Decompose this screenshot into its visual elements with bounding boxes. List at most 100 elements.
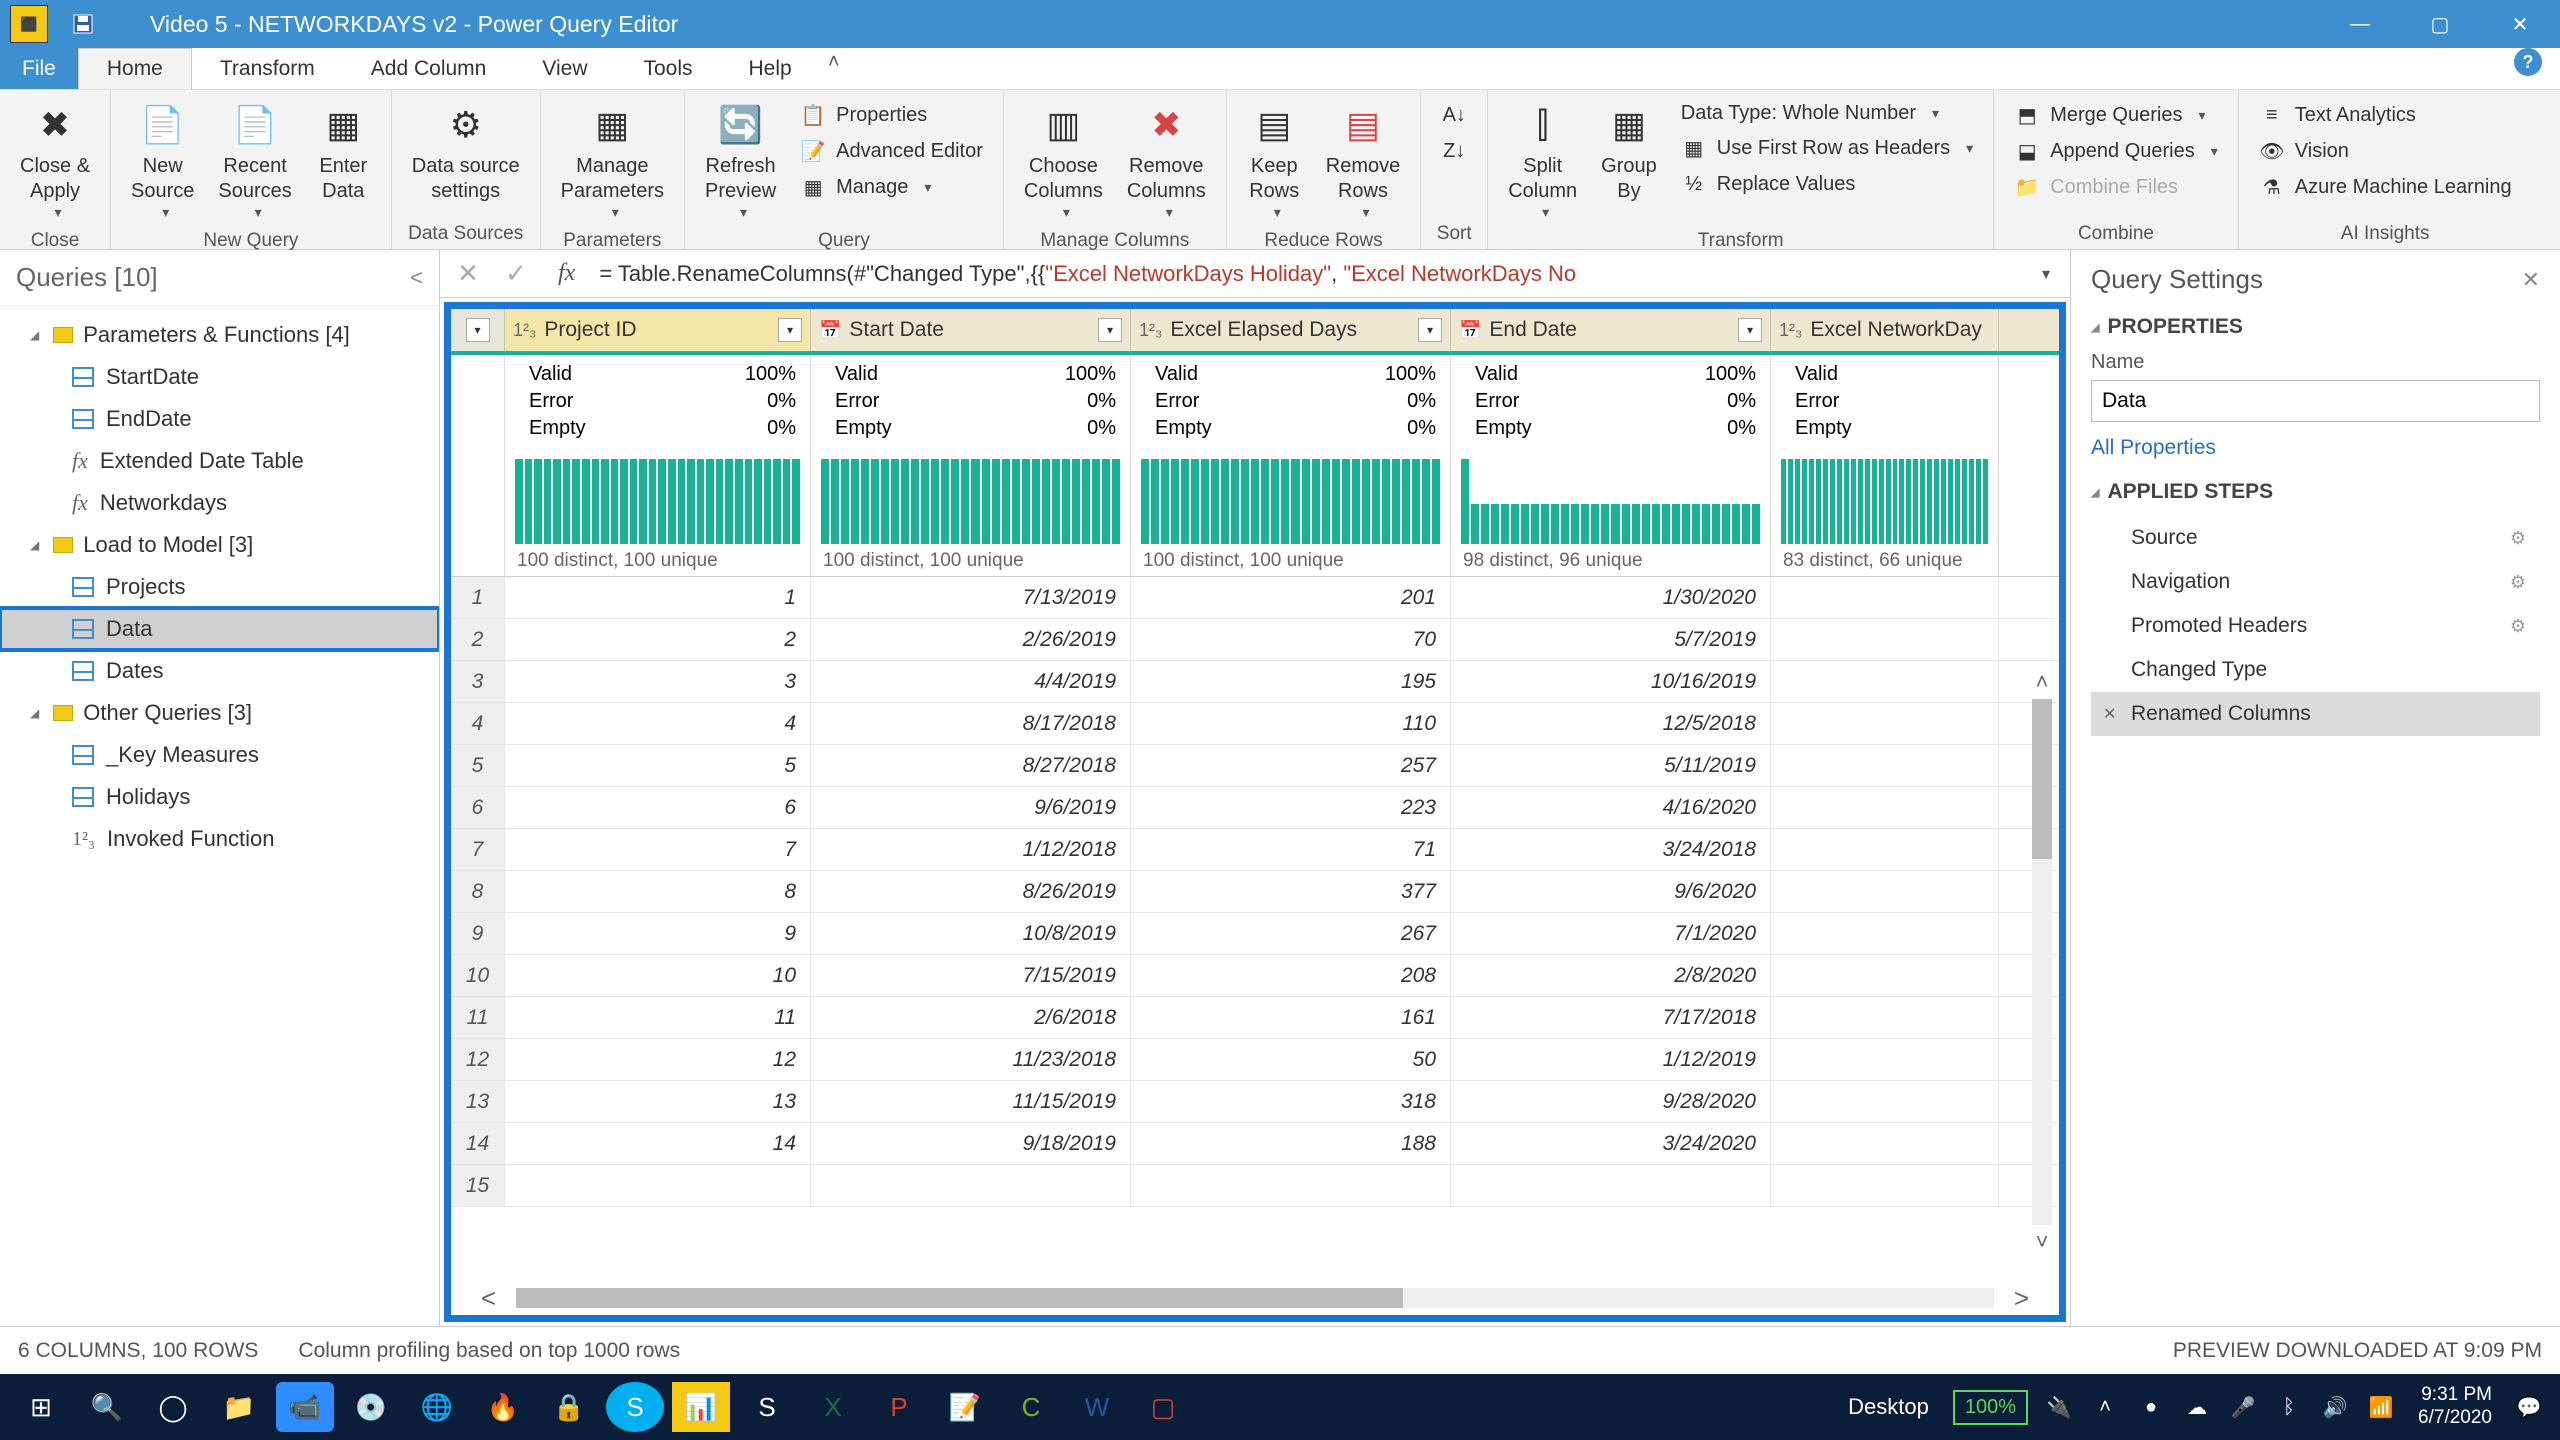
- close-apply-button[interactable]: ✖Close & Apply: [10, 96, 100, 226]
- tab-home[interactable]: Home: [78, 48, 192, 89]
- table-row[interactable]: 131311/15/20193189/28/2020: [451, 1081, 2059, 1123]
- maximize-button[interactable]: ▢: [2400, 0, 2480, 48]
- remove-columns-button[interactable]: ✖Remove Columns: [1117, 96, 1216, 226]
- step-gear-icon[interactable]: ⚙: [2510, 528, 2526, 549]
- table-row[interactable]: 558/27/20182575/11/2019: [451, 745, 2059, 787]
- hscroll-thumb[interactable]: [516, 1288, 1403, 1308]
- search-button[interactable]: 🔍: [78, 1382, 136, 1432]
- tab-view[interactable]: View: [514, 48, 615, 89]
- tree-item[interactable]: Data: [0, 608, 439, 650]
- text-analytics-button[interactable]: ≡Text Analytics: [2255, 100, 2516, 130]
- taskbar-powerpoint[interactable]: P: [870, 1382, 928, 1432]
- enter-data-button[interactable]: ▦Enter Data: [306, 96, 381, 208]
- remove-rows-button[interactable]: ▤Remove Rows: [1316, 96, 1410, 226]
- tree-item[interactable]: StartDate: [0, 356, 439, 398]
- tree-group[interactable]: Load to Model [3]: [0, 524, 439, 566]
- column-header-start-date[interactable]: 📅Start Date▾: [811, 309, 1131, 351]
- table-row[interactable]: 14149/18/20191883/24/2020: [451, 1123, 2059, 1165]
- advanced-editor-button[interactable]: 📝Advanced Editor: [796, 136, 987, 166]
- tray-power-icon[interactable]: 🔌: [2042, 1390, 2076, 1424]
- tray-up-icon[interactable]: ˄: [2088, 1390, 2122, 1424]
- table-row[interactable]: 771/12/2018713/24/2018: [451, 829, 2059, 871]
- properties-button[interactable]: 📋Properties: [796, 100, 987, 130]
- vision-button[interactable]: 👁Vision: [2255, 136, 2516, 166]
- vertical-scrollbar[interactable]: ˄ ˅: [2029, 669, 2055, 1255]
- formula-text[interactable]: = Table.RenameColumns(#"Changed Type",{{…: [599, 261, 2020, 287]
- applied-step[interactable]: Navigation⚙: [2091, 560, 2540, 604]
- start-button[interactable]: ⊞: [12, 1382, 70, 1432]
- column-header-end-date[interactable]: 📅End Date▾: [1451, 309, 1771, 351]
- table-row[interactable]: 15: [451, 1165, 2059, 1207]
- taskbar-snagit[interactable]: S: [738, 1382, 796, 1432]
- queries-collapse-icon[interactable]: <: [410, 265, 423, 291]
- applied-step[interactable]: Renamed Columns: [2091, 692, 2540, 736]
- table-row[interactable]: 11112/6/20181617/17/2018: [451, 997, 2059, 1039]
- tree-group[interactable]: Parameters & Functions [4]: [0, 314, 439, 356]
- scroll-down-icon[interactable]: ˅: [2036, 1229, 2049, 1255]
- tree-item[interactable]: fxNetworkdays: [0, 482, 439, 524]
- table-row[interactable]: 222/26/2019705/7/2019: [451, 619, 2059, 661]
- taskbar-clock[interactable]: 9:31 PM6/7/2020: [2418, 1384, 2492, 1430]
- table-row[interactable]: 10107/15/20192082/8/2020: [451, 955, 2059, 997]
- tab-file[interactable]: File: [0, 48, 78, 89]
- applied-step[interactable]: Changed Type: [2091, 648, 2540, 692]
- taskbar-app-1[interactable]: ◯: [144, 1382, 202, 1432]
- table-row[interactable]: 669/6/20192234/16/2020: [451, 787, 2059, 829]
- group-by-button[interactable]: ▦Group By: [1591, 96, 1667, 208]
- tray-cloud-icon[interactable]: ☁: [2180, 1390, 2214, 1424]
- recent-sources-button[interactable]: 📄Recent Sources: [208, 96, 301, 226]
- tab-add-column[interactable]: Add Column: [343, 48, 515, 89]
- formula-expand-button[interactable]: ▾: [2032, 264, 2060, 284]
- tab-transform[interactable]: Transform: [192, 48, 343, 89]
- tray-wifi-icon[interactable]: 📶: [2364, 1390, 2398, 1424]
- settings-close-button[interactable]: ✕: [2522, 267, 2540, 293]
- taskbar-excel[interactable]: X: [804, 1382, 862, 1432]
- battery-indicator[interactable]: 100%: [1953, 1390, 2028, 1425]
- tree-item[interactable]: Holidays: [0, 776, 439, 818]
- close-window-button[interactable]: ✕: [2480, 0, 2560, 48]
- table-row[interactable]: 9910/8/20192677/1/2020: [451, 913, 2059, 955]
- taskbar-app-4[interactable]: 🔒: [540, 1382, 598, 1432]
- taskbar-app-3[interactable]: 🔥: [474, 1382, 532, 1432]
- tab-help[interactable]: Help: [721, 48, 820, 89]
- scroll-up-icon[interactable]: ˄: [2036, 669, 2049, 695]
- scroll-right-icon[interactable]: >: [2014, 1283, 2029, 1314]
- azure-ml-button[interactable]: ⚗Azure Machine Learning: [2255, 172, 2516, 202]
- tree-item[interactable]: 1²₃Invoked Function: [0, 818, 439, 860]
- query-name-input[interactable]: [2091, 380, 2540, 422]
- scroll-left-icon[interactable]: <: [481, 1283, 496, 1314]
- split-column-button[interactable]: ⫿Split Column: [1498, 96, 1587, 226]
- tray-mic-icon[interactable]: 🎤: [2226, 1390, 2260, 1424]
- merge-queries-button[interactable]: ⬒Merge Queries: [2010, 100, 2222, 130]
- new-source-button[interactable]: 📄New Source: [121, 96, 204, 226]
- taskbar-app-5[interactable]: ▢: [1134, 1382, 1192, 1432]
- first-row-headers-button[interactable]: ▦Use First Row as Headers: [1677, 133, 1977, 163]
- help-icon[interactable]: ?: [2514, 48, 2542, 76]
- formula-cancel-button[interactable]: ✕: [450, 256, 486, 292]
- manage-button[interactable]: ▦Manage: [796, 172, 987, 202]
- applied-step[interactable]: Source⚙: [2091, 516, 2540, 560]
- tree-item[interactable]: _Key Measures: [0, 734, 439, 776]
- sort-desc-button[interactable]: Z↓: [1437, 136, 1471, 166]
- formula-commit-button[interactable]: ✓: [498, 256, 534, 292]
- taskbar-zoom[interactable]: 📹: [276, 1382, 334, 1432]
- column-header-project-id[interactable]: 1²₃Project ID▾: [505, 309, 811, 351]
- all-properties-link[interactable]: All Properties: [2091, 436, 2216, 460]
- ribbon-collapse-button[interactable]: ˄: [820, 48, 848, 76]
- minimize-button[interactable]: —: [2320, 0, 2400, 48]
- applied-step[interactable]: Promoted Headers⚙: [2091, 604, 2540, 648]
- taskbar-notepad[interactable]: 📝: [936, 1382, 994, 1432]
- table-row[interactable]: 334/4/201919510/16/2019: [451, 661, 2059, 703]
- table-row[interactable]: 117/13/20192011/30/2020: [451, 577, 2059, 619]
- keep-rows-button[interactable]: ▤Keep Rows: [1237, 96, 1312, 226]
- choose-columns-button[interactable]: ▥Choose Columns: [1014, 96, 1113, 226]
- manage-parameters-button[interactable]: ▦Manage Parameters: [551, 96, 674, 226]
- tray-icon-1[interactable]: ●: [2134, 1390, 2168, 1424]
- tray-bt-icon[interactable]: ᛒ: [2272, 1390, 2306, 1424]
- tab-tools[interactable]: Tools: [615, 48, 720, 89]
- tree-group[interactable]: Other Queries [3]: [0, 692, 439, 734]
- taskbar-app-2[interactable]: 💿: [342, 1382, 400, 1432]
- tray-vol-icon[interactable]: 🔊: [2318, 1390, 2352, 1424]
- tree-item[interactable]: fxExtended Date Table: [0, 440, 439, 482]
- column-header-elapsed-days[interactable]: 1²₃Excel Elapsed Days▾: [1131, 309, 1451, 351]
